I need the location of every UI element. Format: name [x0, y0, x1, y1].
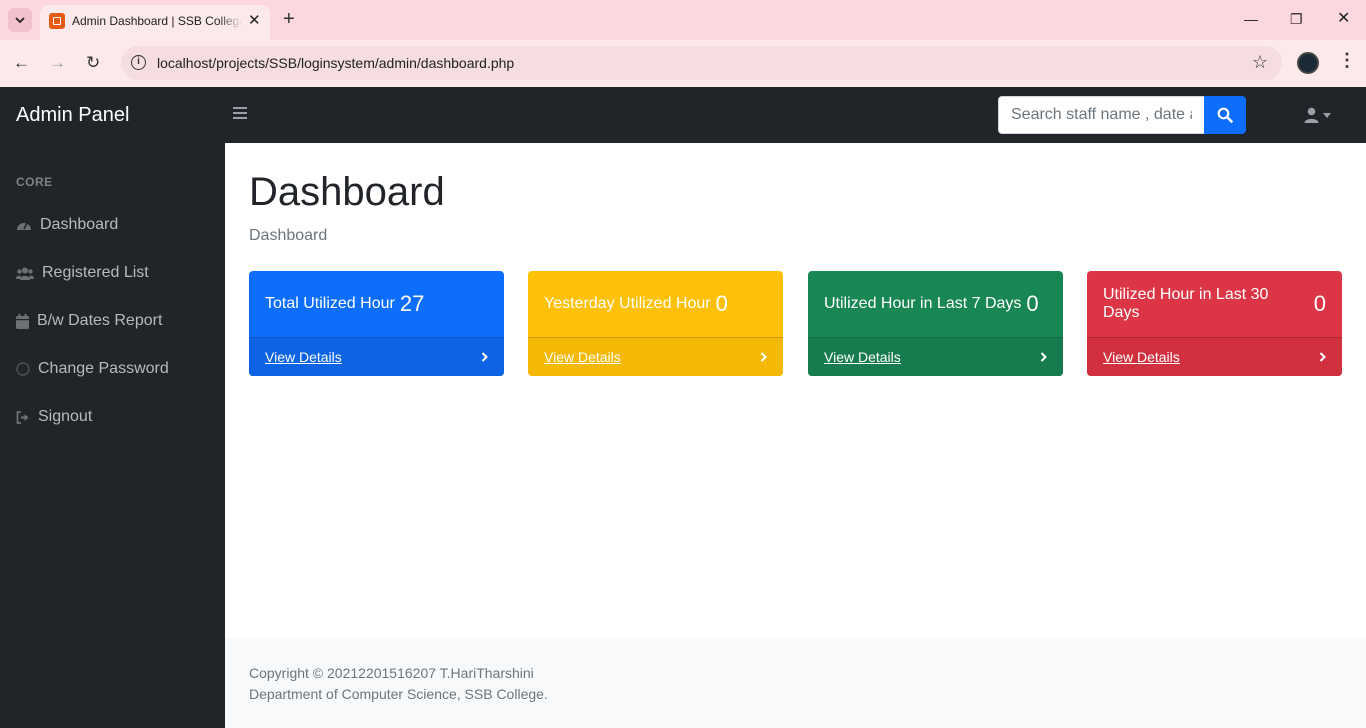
sidebar-heading: CORE	[16, 175, 53, 189]
card-value: 0	[715, 291, 728, 316]
card-value: 0	[1313, 291, 1326, 316]
search-button[interactable]	[1204, 96, 1246, 134]
page-title: Dashboard	[249, 170, 445, 214]
search-input[interactable]	[998, 96, 1205, 134]
user-icon	[1304, 107, 1319, 123]
card-body: Yesterday Utilized Hour 0	[528, 271, 783, 337]
card-footer: View Details	[808, 337, 1063, 376]
more-menu-icon[interactable]: ⋮	[1338, 50, 1356, 71]
sidebar: CORE Dashboard Registered List B/w Dates…	[0, 143, 225, 728]
sidebar-item-registered-list[interactable]: Registered List	[16, 261, 149, 285]
browser-tab-bar: Admin Dashboard | SSB College ✕ + — ❐ ✕	[0, 0, 1366, 40]
card-value: 0	[1026, 291, 1039, 316]
brand-title[interactable]: Admin Panel	[16, 104, 129, 127]
top-navbar: Admin Panel	[0, 87, 1366, 143]
card-footer: View Details	[249, 337, 504, 376]
sidebar-item-label: B/w Dates Report	[37, 312, 163, 329]
circle-icon	[16, 361, 30, 377]
close-window-icon[interactable]: ✕	[1337, 10, 1350, 28]
sidebar-toggle-icon[interactable]	[233, 107, 247, 122]
users-icon	[16, 265, 34, 281]
sidebar-item-label: Signout	[38, 408, 93, 425]
search-icon	[1217, 107, 1233, 123]
restore-icon[interactable]: ❐	[1290, 10, 1303, 28]
card-footer: View Details	[1087, 337, 1342, 376]
sidebar-item-dashboard[interactable]: Dashboard	[16, 213, 118, 237]
tachometer-icon	[16, 217, 32, 233]
chevron-right-icon[interactable]	[1319, 352, 1326, 362]
caret-down-icon	[1323, 112, 1331, 118]
sidebar-item-bw-dates-report[interactable]: B/w Dates Report	[16, 309, 162, 333]
tab-search-button[interactable]	[8, 8, 32, 32]
chevron-right-icon[interactable]	[1040, 352, 1047, 362]
sidebar-item-change-password[interactable]: Change Password	[16, 357, 169, 381]
calendar-icon	[16, 313, 29, 329]
main-content: Dashboard Dashboard Total Utilized Hour …	[225, 143, 1366, 638]
url-text: localhost/projects/SSB/loginsystem/admin…	[157, 55, 515, 71]
breadcrumb: Dashboard	[249, 227, 328, 244]
yesterday-utilized-hour-card: Yesterday Utilized Hour 0 View Details	[528, 271, 783, 376]
view-details-link[interactable]: View Details	[824, 349, 901, 365]
sign-out-icon	[16, 409, 30, 425]
browser-tab[interactable]: Admin Dashboard | SSB College ✕	[40, 5, 270, 40]
new-tab-icon[interactable]: +	[283, 8, 295, 30]
card-label: Utilized Hour in Last 30 Days	[1103, 286, 1269, 321]
sidebar-item-label: Dashboard	[40, 216, 119, 233]
card-body: Total Utilized Hour 27	[249, 271, 504, 337]
department-text: Department of Computer Science, SSB Coll…	[249, 686, 548, 702]
sidebar-item-label: Registered List	[42, 264, 149, 281]
site-info-icon[interactable]: i	[131, 55, 146, 70]
user-dropdown[interactable]	[1304, 107, 1331, 123]
last-7-days-utilized-hour-card: Utilized Hour in Last 7 Days 0 View Deta…	[808, 271, 1063, 376]
view-details-link[interactable]: View Details	[544, 349, 621, 365]
bookmark-star-icon[interactable]: ☆	[1252, 52, 1268, 73]
profile-avatar[interactable]	[1297, 52, 1319, 74]
forward-arrow-icon[interactable]: →	[49, 53, 66, 73]
reload-icon[interactable]: ↻	[86, 53, 100, 73]
card-label: Utilized Hour in Last 7 Days	[824, 295, 1022, 312]
card-footer: View Details	[528, 337, 783, 376]
card-value: 27	[399, 291, 425, 316]
total-utilized-hour-card: Total Utilized Hour 27 View Details	[249, 271, 504, 376]
card-body: Utilized Hour in Last 7 Days 0	[808, 271, 1063, 337]
last-30-days-utilized-hour-card: Utilized Hour in Last 30 Days 0 View Det…	[1087, 271, 1342, 376]
chevron-down-icon	[15, 17, 25, 23]
url-field[interactable]: i localhost/projects/SSB/loginsystem/adm…	[121, 46, 1282, 80]
chevron-right-icon[interactable]	[481, 352, 488, 362]
xampp-favicon-icon	[49, 13, 65, 29]
card-label: Total Utilized Hour	[265, 295, 395, 312]
copyright-text: Copyright © 20212201516207 T.HariTharshi…	[249, 665, 534, 681]
view-details-link[interactable]: View Details	[1103, 349, 1180, 365]
card-label: Yesterday Utilized Hour	[544, 295, 711, 312]
tab-title: Admin Dashboard | SSB College	[72, 14, 242, 28]
view-details-link[interactable]: View Details	[265, 349, 342, 365]
browser-address-bar: ← → ↻ i localhost/projects/SSB/loginsyst…	[0, 40, 1366, 87]
chevron-right-icon[interactable]	[760, 352, 767, 362]
close-tab-icon[interactable]: ✕	[248, 11, 261, 29]
minimize-icon[interactable]: —	[1244, 10, 1258, 28]
sidebar-item-label: Change Password	[38, 360, 169, 377]
card-body: Utilized Hour in Last 30 Days 0	[1087, 271, 1342, 337]
sidebar-item-signout[interactable]: Signout	[16, 405, 92, 429]
page-footer: Copyright © 20212201516207 T.HariTharshi…	[225, 638, 1366, 728]
back-arrow-icon[interactable]: ←	[13, 53, 30, 73]
